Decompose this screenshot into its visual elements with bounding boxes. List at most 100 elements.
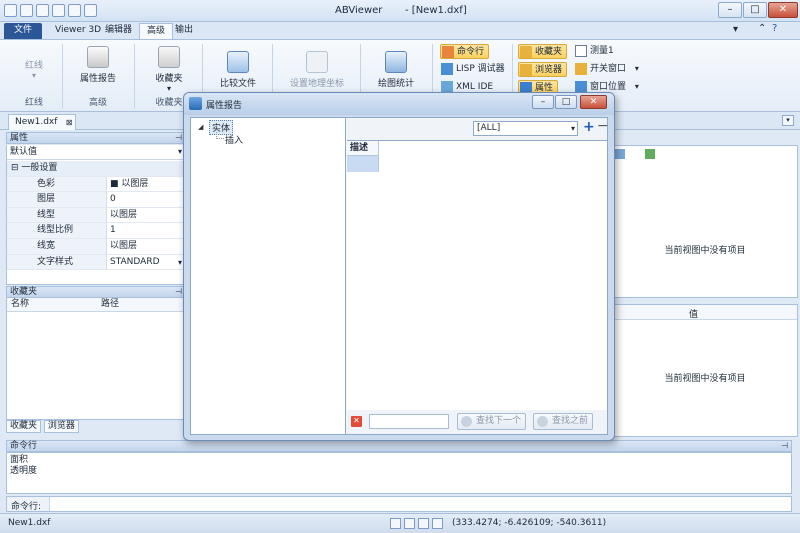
grid-icon[interactable] (404, 518, 415, 529)
quick-access-toolbar (4, 4, 97, 17)
search-input[interactable] (369, 414, 449, 429)
favorites-column-header: 名称 路径 (7, 298, 185, 312)
column-path[interactable]: 路径 (101, 298, 119, 311)
empty-message: 当前视图中没有项目 (664, 246, 746, 256)
browser-toggle-button[interactable]: 浏览器 (518, 62, 568, 77)
pin-icon[interactable]: ⊣ (175, 133, 182, 143)
drawing-stats-button[interactable]: 绘图统计 (370, 51, 422, 89)
open-file-icon[interactable] (36, 4, 49, 17)
tab-favorites[interactable]: 收藏夹 (6, 420, 42, 433)
app-icon[interactable] (4, 4, 17, 17)
new-file-icon[interactable] (20, 4, 33, 17)
expand-icon[interactable]: ◢ (198, 123, 203, 131)
set-geo-coords-button[interactable]: 设置地理坐标 (282, 51, 352, 89)
dialog-title: 属性报告 (206, 101, 243, 111)
column-value[interactable]: 值 (689, 307, 698, 320)
command-label: 命令行: (11, 502, 42, 512)
chevron-down-icon[interactable]: ▾ (178, 255, 182, 270)
remove-icon[interactable]: − (597, 118, 609, 134)
property-row[interactable]: 线型 以图层 (7, 207, 185, 224)
measure-button[interactable]: 测量1 (574, 44, 614, 59)
dialog-close-button[interactable]: ✕ (580, 95, 607, 109)
favorites-tab-strip: 收藏夹 浏览器 (6, 420, 186, 433)
polar-icon[interactable] (432, 518, 443, 529)
properties-panel-header: 属性 ⊣ (6, 132, 186, 144)
command-log-line: 面积 (10, 455, 29, 465)
find-previous-button[interactable]: 查找之前 (533, 413, 594, 430)
filter-select[interactable]: [ALL] ▾ (473, 121, 578, 136)
command-input[interactable] (49, 497, 791, 511)
tree-connector (216, 132, 224, 139)
advanced-group-label: 高级 (88, 98, 107, 108)
close-tab-icon[interactable]: ⊠ (66, 115, 73, 130)
snap-icon[interactable] (390, 518, 401, 529)
maximize-button[interactable]: □ (743, 2, 767, 18)
report-icon (87, 46, 109, 68)
grid-column-description[interactable]: 描述 (347, 141, 379, 156)
help-icon[interactable]: ? (772, 23, 777, 34)
grid-selected-cell[interactable] (347, 156, 379, 172)
property-report-button[interactable]: 属性报告 (72, 46, 124, 84)
toolbar-icon[interactable] (645, 149, 655, 159)
lisp-debugger-button[interactable]: LISP 调试器 (440, 62, 505, 77)
command-line-icon (442, 46, 454, 58)
property-row[interactable]: 文字样式 STANDARD ▾ (7, 254, 185, 271)
find-next-button[interactable]: 查找下一个 (457, 413, 527, 430)
tab-browser[interactable]: 浏览器 (43, 420, 79, 433)
properties-panel: 默认值 ▾ ⊟ 一般设置 色彩 ■ 以图层 图层 0 线型 以图层 线型比例 1… (6, 145, 186, 285)
tab-list-icon[interactable]: ▾ (782, 115, 794, 126)
dialog-minimize-button[interactable]: – (532, 95, 554, 109)
value-column-header: 值 (613, 305, 797, 320)
title-bar: ABViewer - [New1.dxf] – □ ✕ (0, 0, 800, 22)
toolbar-icon[interactable] (615, 149, 625, 159)
dialog-maximize-button[interactable]: □ (555, 95, 577, 109)
property-row[interactable]: 色彩 ■ 以图层 (7, 176, 185, 193)
save-icon[interactable] (52, 4, 65, 17)
document-tab[interactable]: New1.dxf ⊠ (8, 114, 77, 130)
toggle-window-button[interactable]: 开关窗口 ▾ (574, 62, 639, 77)
ortho-icon[interactable] (418, 518, 429, 529)
pin-icon[interactable]: ⊣ (175, 287, 182, 297)
cursor-coordinates: (333.4274; -6.426109; -540.3611) (452, 518, 607, 528)
dialog-app-icon (189, 97, 202, 110)
style-dropdown-icon[interactable]: ▾ (733, 24, 738, 35)
geo-grid-icon (306, 51, 328, 73)
chevron-down-icon: ▾ (634, 64, 639, 73)
pin-icon[interactable]: ⊣ (781, 441, 788, 451)
redo-icon[interactable] (84, 4, 97, 17)
tab-output[interactable]: 输出 (168, 23, 200, 39)
property-row[interactable]: 图层 0 (7, 192, 185, 208)
clear-search-icon[interactable]: ✕ (351, 416, 362, 427)
compare-files-button[interactable]: 比较文件 (212, 51, 264, 89)
app-title: ABViewer (335, 5, 383, 16)
right-bottom-panel: 值 当前视图中没有项目 (612, 304, 798, 437)
favorites-toggle-button[interactable]: 收藏夹 (518, 44, 568, 59)
command-input-row: 命令行: (6, 496, 792, 512)
column-name[interactable]: 名称 (11, 298, 29, 311)
ribbon-separator (62, 44, 63, 108)
redline-button[interactable]: 红线 ▾ (14, 58, 54, 80)
undo-icon[interactable] (68, 4, 81, 17)
properties-object-select[interactable]: 默认值 ▾ (7, 145, 185, 160)
command-log: 面积 透明度 (6, 452, 792, 494)
document-title: - [New1.dxf] (405, 5, 467, 16)
favorites-panel-header: 收藏夹 ⊣ (6, 286, 186, 298)
minimize-button[interactable]: – (718, 2, 742, 18)
ribbon-separator (134, 44, 135, 108)
tab-file[interactable]: 文件 (4, 23, 42, 39)
property-group-general[interactable]: ⊟ 一般设置 (7, 161, 185, 177)
favorites-panel: 名称 路径 (6, 298, 186, 420)
tab-editor[interactable]: 编辑器 (98, 23, 139, 39)
close-button[interactable]: ✕ (768, 2, 798, 18)
dialog-title-bar[interactable]: 属性报告 – □ ✕ (184, 93, 614, 115)
lisp-icon (441, 63, 453, 75)
chevron-down-icon: ▾ (570, 124, 575, 133)
property-row[interactable]: 线型比例 1 (7, 223, 185, 239)
collapse-ribbon-icon[interactable]: ⌃ (758, 23, 766, 34)
command-log-line: 透明度 (10, 466, 38, 476)
favorites-button[interactable]: 收藏夹 ▾ (144, 46, 194, 93)
property-row[interactable]: 线宽 以图层 (7, 239, 185, 255)
add-icon[interactable]: + (583, 119, 595, 135)
command-line-button[interactable]: 命令行 (440, 44, 490, 59)
tree-node-insert[interactable]: 插入 (225, 133, 243, 146)
